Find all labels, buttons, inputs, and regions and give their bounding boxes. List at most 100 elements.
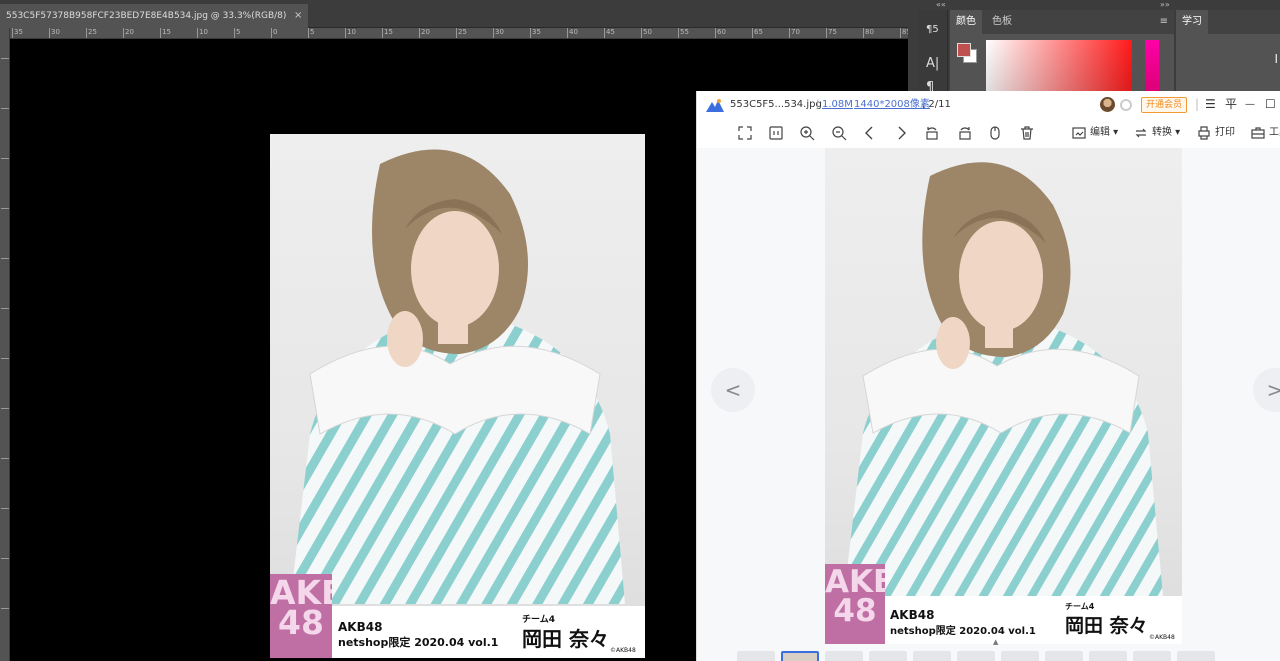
delete-icon[interactable] [1019,125,1035,141]
actual-size-icon[interactable] [768,125,784,141]
viewer-caption-name: 岡田 奈々 [1065,615,1148,637]
previous-icon[interactable] [862,125,878,141]
mouse-mode-icon[interactable] [987,125,1003,141]
foreground-color-swatch[interactable] [957,43,971,57]
zoom-in-icon[interactable] [799,125,815,141]
caption-line2: netshop限定 2020.04 vol.1 [338,636,499,649]
thumbnail-collapse-icon[interactable]: ▲ [993,638,998,646]
color-panel: 颜色 色板 ≡ [950,10,1174,100]
viewer-page-counter: , 2/11 [922,99,951,110]
tab-learn[interactable]: 学习 [1176,10,1208,34]
previous-image-button[interactable]: < [711,368,755,412]
thumbnail-strip [737,648,1237,661]
paragraph-style-tool[interactable]: ¶5 [926,24,939,35]
convert-icon[interactable] [1133,125,1149,141]
thumbnail[interactable] [737,651,775,661]
viewer-filesize[interactable]: 1.08M [822,91,853,118]
thumbnail[interactable] [1001,651,1039,661]
viewer-title-bar[interactable]: 553C5F5...534.jpg | 1.08M 1440*2008像素 , … [697,91,1280,118]
thumbnail-active[interactable] [781,651,819,661]
fullscreen-icon[interactable] [737,125,753,141]
ruler-tick-label: 35 [12,28,23,38]
viewer-filename: 553C5F5...534.jpg [730,99,822,110]
ruler-tick-label: 75 [826,28,837,38]
caption-line1: AKB48 [338,620,383,634]
ruler-tick-label: 10 [345,28,356,38]
thumbnail[interactable] [957,651,995,661]
minimize-icon[interactable]: — [1245,91,1255,118]
ruler-tick-label: 50 [641,28,652,38]
pin-on-top-icon[interactable]: 平 [1225,91,1237,118]
ruler-tick-label: 35 [530,28,541,38]
ps-tool-column: ¶5 A| ¶ [918,10,948,100]
edit-menu-button[interactable]: 编辑 ▾ [1090,118,1118,148]
panel-collapse-right-icon[interactable]: »» [1160,0,1170,10]
ruler-tick-label: 10 [197,28,208,38]
ruler-tick-label: 25 [86,28,97,38]
desktop: 553C5F57378B958FCF23BED7E8E4B534.jpg @ 3… [0,0,1280,661]
ruler-tick-label: 55 [678,28,689,38]
rotate-right-icon[interactable] [957,125,973,141]
horizontal-ruler[interactable]: 35 30 25 20 15 10 5 0 5 10 15 20 25 30 35 40 45 50 55 60 65 7… [10,28,908,39]
ruler-tick-label: 45 [604,28,615,38]
color-panel-tabs: 颜色 色板 ≡ [950,10,1174,34]
image-viewer-window: 553C5F5...534.jpg | 1.08M 1440*2008像素 , … [696,91,1280,661]
ps-photo: AKB 48 AKB48 netshop限定 2020.04 vol.1 チーム… [270,134,645,658]
viewer-caption-line2: netshop限定 2020.04 vol.1 [890,626,1036,637]
viewer-dimensions[interactable]: 1440*2008像素 [854,91,930,118]
convert-menu-button[interactable]: 转换 ▾ [1152,118,1180,148]
toolbox-icon[interactable] [1250,125,1266,141]
thumbnail[interactable] [869,651,907,661]
ruler-tick-label: 20 [419,28,430,38]
viewer-akb48-logo: AKB 48 [825,564,885,644]
vip-badge-icon[interactable] [1120,99,1132,111]
thumbnail[interactable] [1089,651,1127,661]
viewer-photo: AKB 48 AKB48 netshop限定 2020.04 vol.1 チーム… [825,148,1182,644]
viewer-toolbar: 编辑 ▾ 转换 ▾ 打印 工具 [697,118,1280,148]
panel-collapse-icon[interactable]: «« [936,0,946,10]
ruler-tick-label: 80 [863,28,874,38]
next-icon[interactable] [893,125,909,141]
tools-button[interactable]: 工具 [1269,118,1280,148]
tab-swatches[interactable]: 色板 [986,10,1018,34]
print-icon[interactable] [1196,125,1212,141]
zoom-out-icon[interactable] [831,125,847,141]
print-button[interactable]: 打印 [1215,118,1235,148]
ruler-tick-label: 30 [493,28,504,38]
user-avatar[interactable] [1100,97,1115,112]
character-tool[interactable]: A| [926,56,939,71]
ruler-tick-label: 25 [456,28,467,38]
viewer-caption-line1: AKB48 [890,608,935,622]
maximize-icon[interactable]: ☐ [1265,91,1276,118]
thumbnail[interactable] [1133,651,1171,661]
next-image-button[interactable]: > [1253,368,1280,412]
thumbnail[interactable] [1045,651,1083,661]
open-vip-button[interactable]: 开通会员 [1141,97,1188,113]
ruler-tick-label: 60 [715,28,726,38]
ruler-tick-label: 15 [160,28,171,38]
thumbnail[interactable] [825,651,863,661]
caption-copyright: ©AKB48 [610,647,636,654]
vertical-ruler[interactable] [0,28,10,661]
ruler-tick-label: 70 [789,28,800,38]
viewer-caption-copyright: ©AKB48 [1149,634,1175,641]
viewer-menu-icon[interactable]: ☰ [1205,91,1216,118]
ps-photo-caption: AKB 48 AKB48 netshop限定 2020.04 vol.1 チーム… [270,574,645,658]
viewer-stage[interactable]: < > AKB 48 AKB48 netshop限定 2020.04 vol.1… [697,148,1280,661]
learn-panel-glyph: I [1274,52,1278,66]
ruler-tick-label: 20 [123,28,134,38]
ruler-tick-label: 5 [307,28,315,38]
ruler-tick-label: 30 [49,28,60,38]
thumbnail[interactable] [913,651,951,661]
panel-menu-icon[interactable]: ≡ [1160,16,1168,27]
caption-name: 岡田 奈々 [522,627,609,651]
thumbnail[interactable] [1177,651,1215,661]
ruler-tick-label: 15 [382,28,393,38]
tab-color[interactable]: 颜色 [950,10,982,34]
rotate-left-icon[interactable] [924,125,940,141]
ruler-tick-label: 65 [752,28,763,38]
ps-tab-close-icon[interactable]: × [294,4,302,28]
ps-document-tab[interactable]: 553C5F57378B958FCF23BED7E8E4B534.jpg @ 3… [0,4,309,28]
ruler-tick-label: 5 [233,28,241,38]
edit-icon[interactable] [1071,125,1087,141]
